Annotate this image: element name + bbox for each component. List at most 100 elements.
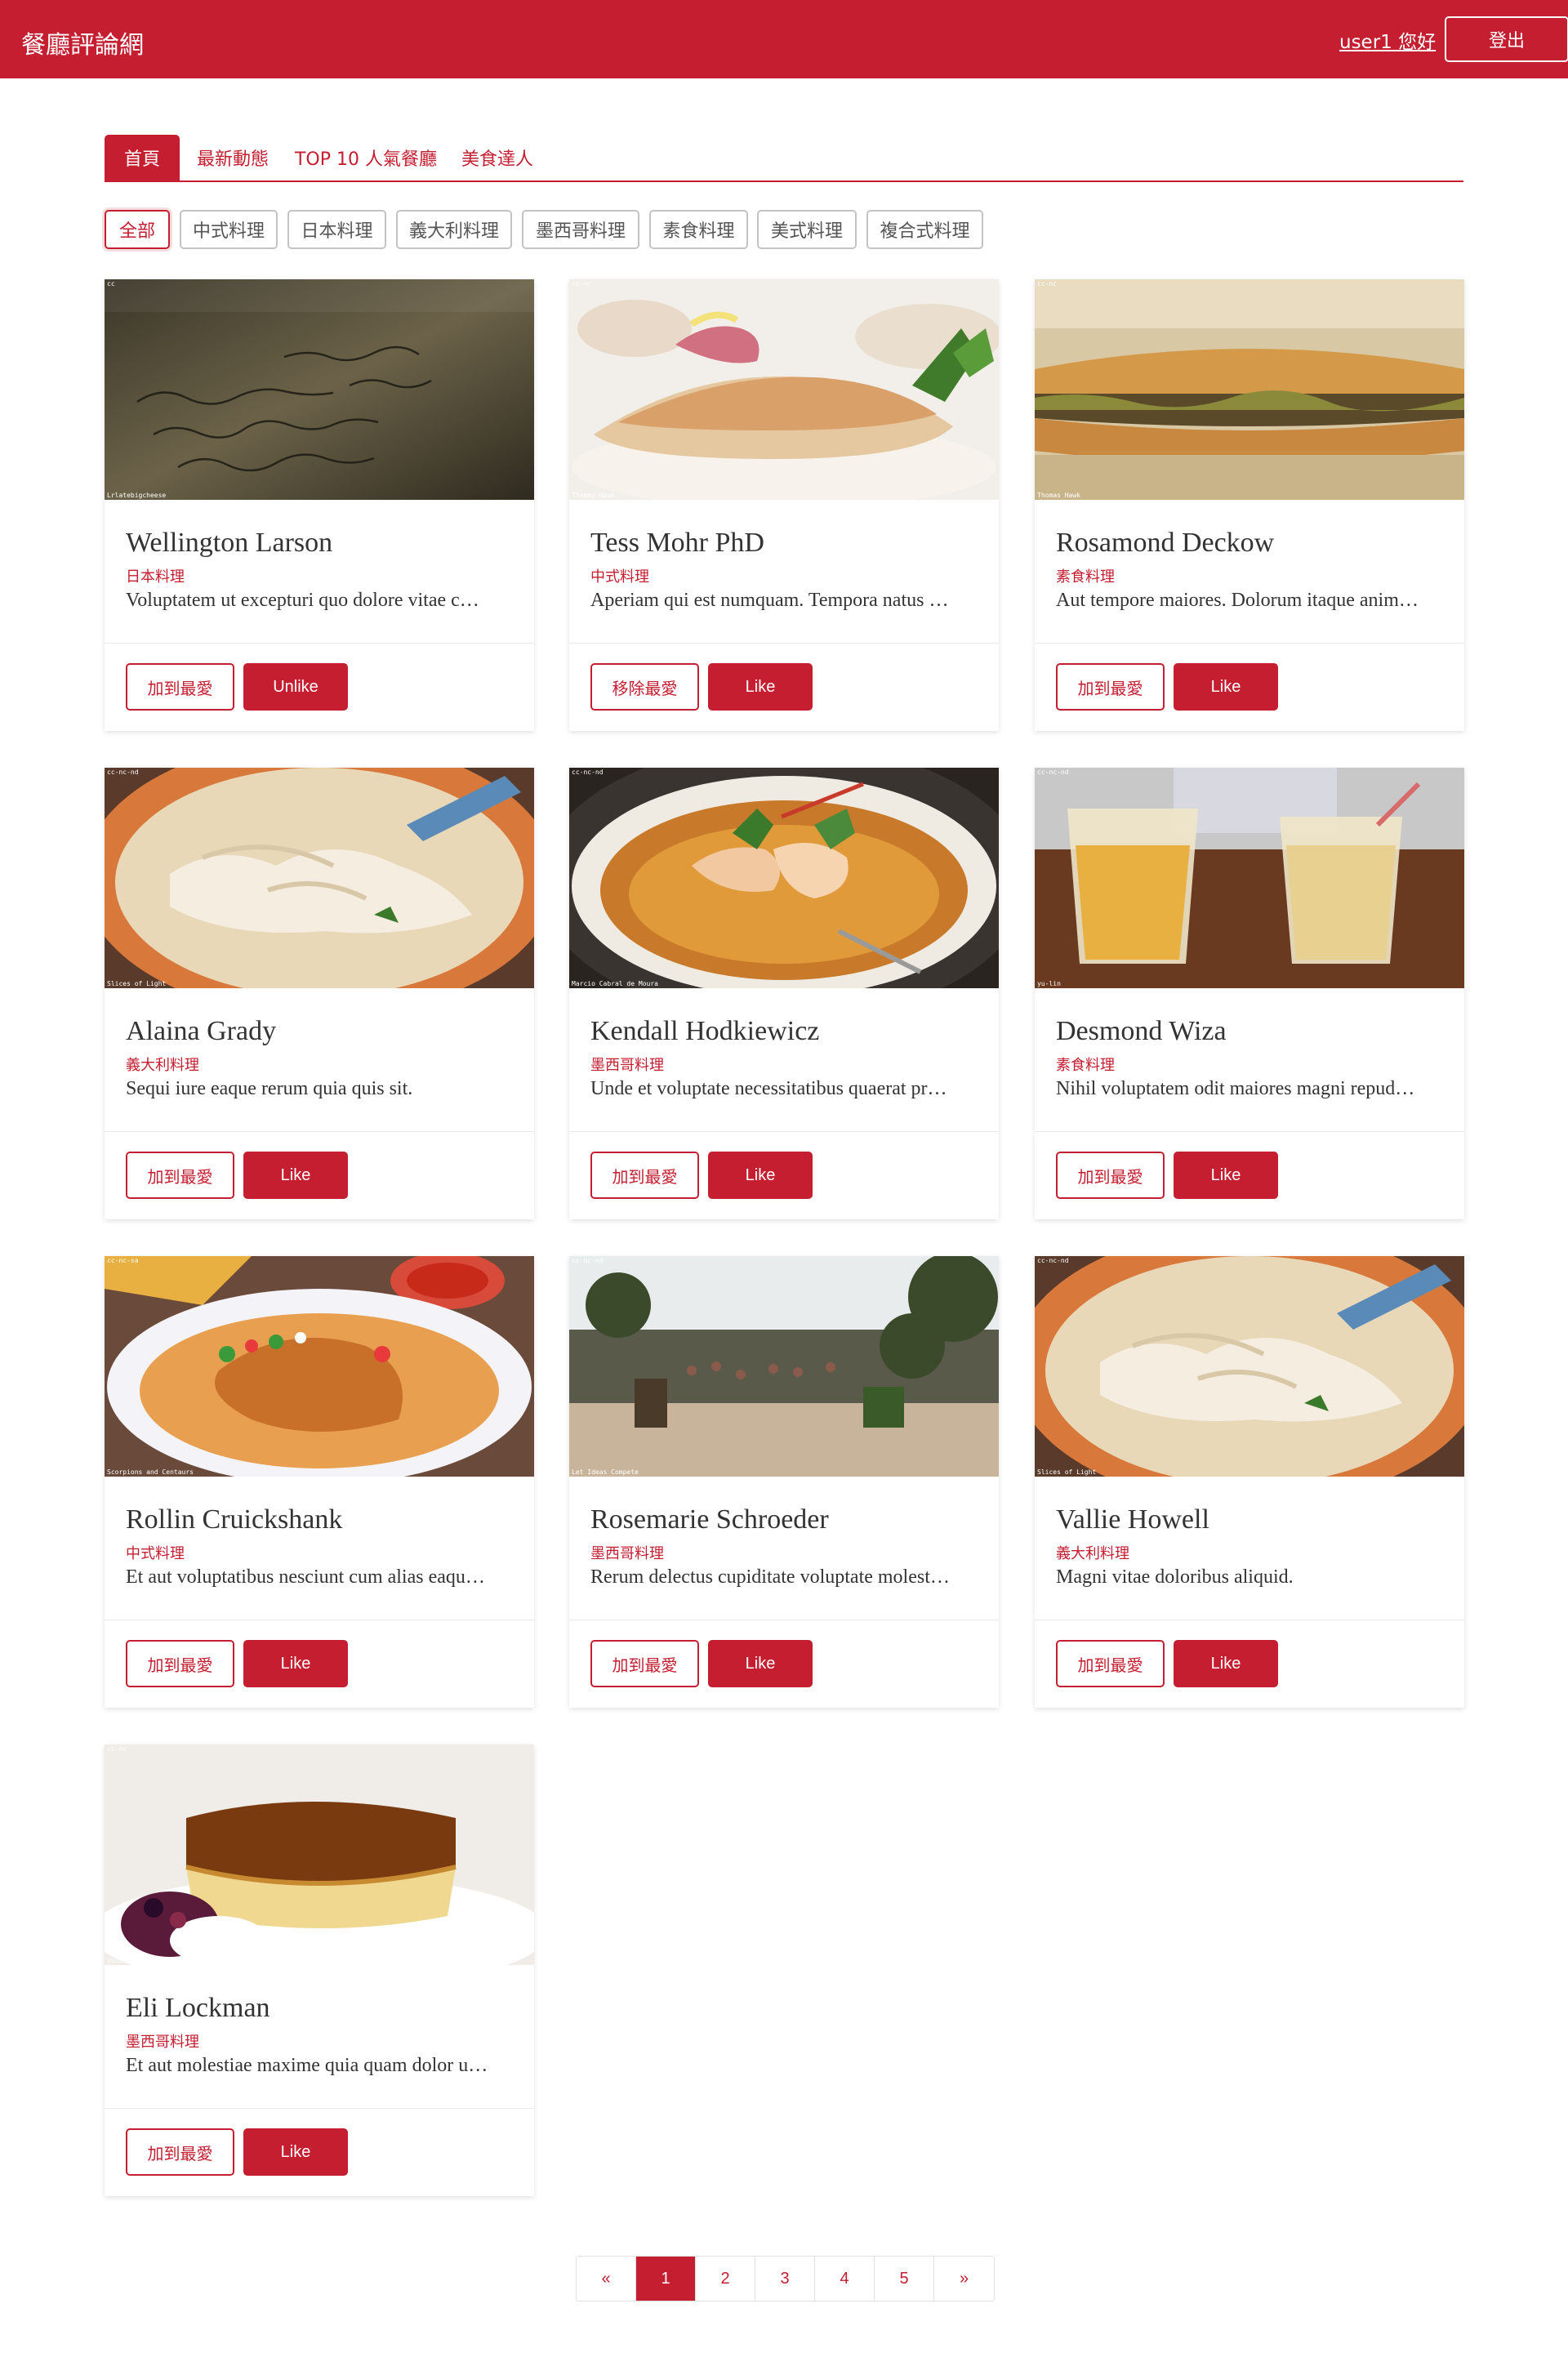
pagination-page[interactable]: 5 (875, 2257, 934, 2301)
restaurant-category: 墨西哥料理 (590, 1057, 664, 1074)
category-mexican[interactable]: 墨西哥料理 (522, 210, 639, 249)
card-divider (569, 643, 999, 644)
pagination-page[interactable]: 1 (636, 2257, 696, 2301)
restaurant-name[interactable]: Rosamond Deckow (1056, 528, 1274, 559)
restaurant-card: cc-nc-nd Marcio Cabral de Moura Kendall … (569, 768, 999, 1219)
restaurant-image[interactable]: cc-nc Thomas Hawk (569, 279, 999, 500)
pagination: « 1 2 3 4 5 » (576, 2256, 995, 2301)
tab-home[interactable]: 首頁 (105, 135, 180, 180)
category-american[interactable]: 美式料理 (757, 210, 857, 249)
add-favorite-button[interactable]: 加到最愛 (1056, 663, 1165, 711)
image-credit: Thomas Hawk (1037, 492, 1080, 499)
restaurant-description: Nihil voluptatem odit maiores magni repu… (1056, 1078, 1415, 1099)
like-button[interactable]: Like (243, 1152, 348, 1199)
add-favorite-button[interactable]: 加到最愛 (590, 1640, 699, 1687)
image-credit: Scorpions and Centaurs (107, 1468, 194, 1476)
restaurant-image[interactable]: cc Lrlatebigcheese (105, 279, 534, 500)
restaurant-category: 義大利料理 (1056, 1545, 1129, 1562)
add-favorite-button[interactable]: 加到最愛 (1056, 1152, 1165, 1199)
restaurant-name[interactable]: Eli Lockman (126, 1993, 270, 2024)
card-divider (105, 643, 534, 644)
like-button[interactable]: Like (708, 1152, 813, 1199)
image-credit: Let Ideas Compete (572, 1468, 639, 1476)
restaurant-image[interactable]: cc-nc yuichi.sakuraba (105, 1744, 534, 1965)
add-favorite-button[interactable]: 加到最愛 (126, 2128, 234, 2176)
image-license: cc-nc (1037, 280, 1058, 287)
restaurant-image[interactable]: cc-nc Thomas Hawk (1035, 279, 1464, 500)
restaurant-name[interactable]: Tess Mohr PhD (590, 528, 764, 559)
card-divider (105, 2108, 534, 2109)
restaurant-name[interactable]: Kendall Hodkiewicz (590, 1016, 819, 1047)
brand-logo[interactable]: 餐廳評論網 (21, 25, 144, 60)
tab-top10[interactable]: TOP 10 人氣餐廳 (289, 135, 443, 180)
restaurant-description: Rerum delectus cupiditate voluptate mole… (590, 1566, 950, 1588)
restaurant-name[interactable]: Vallie Howell (1056, 1504, 1209, 1535)
restaurant-category: 中式料理 (590, 568, 649, 586)
image-credit: yuichi.sakuraba (107, 1957, 167, 1964)
like-button[interactable]: Like (243, 2128, 348, 2176)
restaurant-image[interactable]: cc-nc-sa Scorpions and Centaurs (105, 1256, 534, 1477)
add-favorite-button[interactable]: 加到最愛 (126, 1152, 234, 1199)
category-fusion[interactable]: 複合式料理 (866, 210, 983, 249)
restaurant-card: cc-nc-nd Slices of Light Vallie Howell 義… (1035, 1256, 1464, 1708)
image-credit: Slices of Light (1037, 1468, 1097, 1476)
category-vegetarian[interactable]: 素食料理 (649, 210, 748, 249)
restaurant-image[interactable]: cc-nc-nd Slices of Light (1035, 1256, 1464, 1477)
image-license: cc-nc (107, 1745, 127, 1753)
category-chinese[interactable]: 中式料理 (180, 210, 278, 249)
restaurant-image[interactable]: cc-nc-nd yu-lin (1035, 768, 1464, 988)
pagination-page[interactable]: 2 (696, 2257, 755, 2301)
restaurant-card: cc-nc-nd Let Ideas Compete Rosemarie Sch… (569, 1256, 999, 1708)
restaurant-category: 義大利料理 (126, 1057, 199, 1074)
image-credit: Thomas Hawk (572, 492, 615, 499)
restaurant-name[interactable]: Wellington Larson (126, 528, 332, 559)
restaurant-card: cc-nc Thomas Hawk Rosamond Deckow 素食料理 A… (1035, 279, 1464, 731)
remove-favorite-button[interactable]: 移除最愛 (590, 663, 699, 711)
add-favorite-button[interactable]: 加到最愛 (126, 1640, 234, 1687)
category-all[interactable]: 全部 (105, 210, 170, 249)
like-button[interactable]: Like (1174, 663, 1278, 711)
like-button[interactable]: Like (243, 1640, 348, 1687)
tab-foodies[interactable]: 美食達人 (452, 135, 542, 180)
add-favorite-button[interactable]: 加到最愛 (1056, 1640, 1165, 1687)
restaurant-description: Aperiam qui est numquam. Tempora natus … (590, 590, 949, 611)
main-tabs: 首頁 最新動態 TOP 10 人氣餐廳 美食達人 (105, 135, 1463, 182)
navbar: 餐廳評論網 user1 您好 登出 (0, 0, 1568, 78)
like-button[interactable]: Like (1174, 1152, 1278, 1199)
user-profile-link[interactable]: user1 您好 (1339, 26, 1436, 54)
like-button[interactable]: Like (708, 663, 813, 711)
add-favorite-button[interactable]: 加到最愛 (590, 1152, 699, 1199)
tab-feeds[interactable]: 最新動態 (188, 135, 278, 180)
pagination-next[interactable]: » (934, 2257, 994, 2301)
like-button[interactable]: Like (708, 1640, 813, 1687)
category-japanese[interactable]: 日本料理 (287, 210, 386, 249)
restaurant-category: 墨西哥料理 (590, 1545, 664, 1562)
image-license: cc-nc-nd (1037, 769, 1069, 776)
restaurant-name[interactable]: Rosemarie Schroeder (590, 1504, 829, 1535)
restaurant-category: 素食料理 (1056, 1057, 1115, 1074)
restaurant-image[interactable]: cc-nc-nd Slices of Light (105, 768, 534, 988)
category-italian[interactable]: 義大利料理 (396, 210, 512, 249)
image-license: cc-nc-sa (107, 1257, 139, 1264)
card-divider (105, 1131, 534, 1132)
restaurant-name[interactable]: Desmond Wiza (1056, 1016, 1227, 1047)
restaurant-description: Sequi iure eaque rerum quia quis sit. (126, 1078, 413, 1099)
restaurant-image[interactable]: cc-nc-nd Marcio Cabral de Moura (569, 768, 999, 988)
image-credit: Lrlatebigcheese (107, 492, 167, 499)
image-credit: yu-lin (1037, 980, 1061, 987)
image-license: cc-nc (572, 280, 592, 287)
restaurant-name[interactable]: Rollin Cruickshank (126, 1504, 342, 1535)
unlike-button[interactable]: Unlike (243, 663, 348, 711)
restaurant-card: cc-nc-nd Slices of Light Alaina Grady 義大… (105, 768, 534, 1219)
pagination-page[interactable]: 4 (815, 2257, 875, 2301)
restaurant-name[interactable]: Alaina Grady (126, 1016, 276, 1047)
restaurant-image[interactable]: cc-nc-nd Let Ideas Compete (569, 1256, 999, 1477)
add-favorite-button[interactable]: 加到最愛 (126, 663, 234, 711)
restaurant-card: cc Lrlatebigcheese Wellington Larson 日本料… (105, 279, 534, 731)
pagination-prev[interactable]: « (577, 2257, 636, 2301)
logout-button[interactable]: 登出 (1445, 16, 1568, 62)
image-license: cc (107, 280, 115, 287)
like-button[interactable]: Like (1174, 1640, 1278, 1687)
image-license: cc-nc-nd (572, 769, 604, 776)
pagination-page[interactable]: 3 (755, 2257, 815, 2301)
